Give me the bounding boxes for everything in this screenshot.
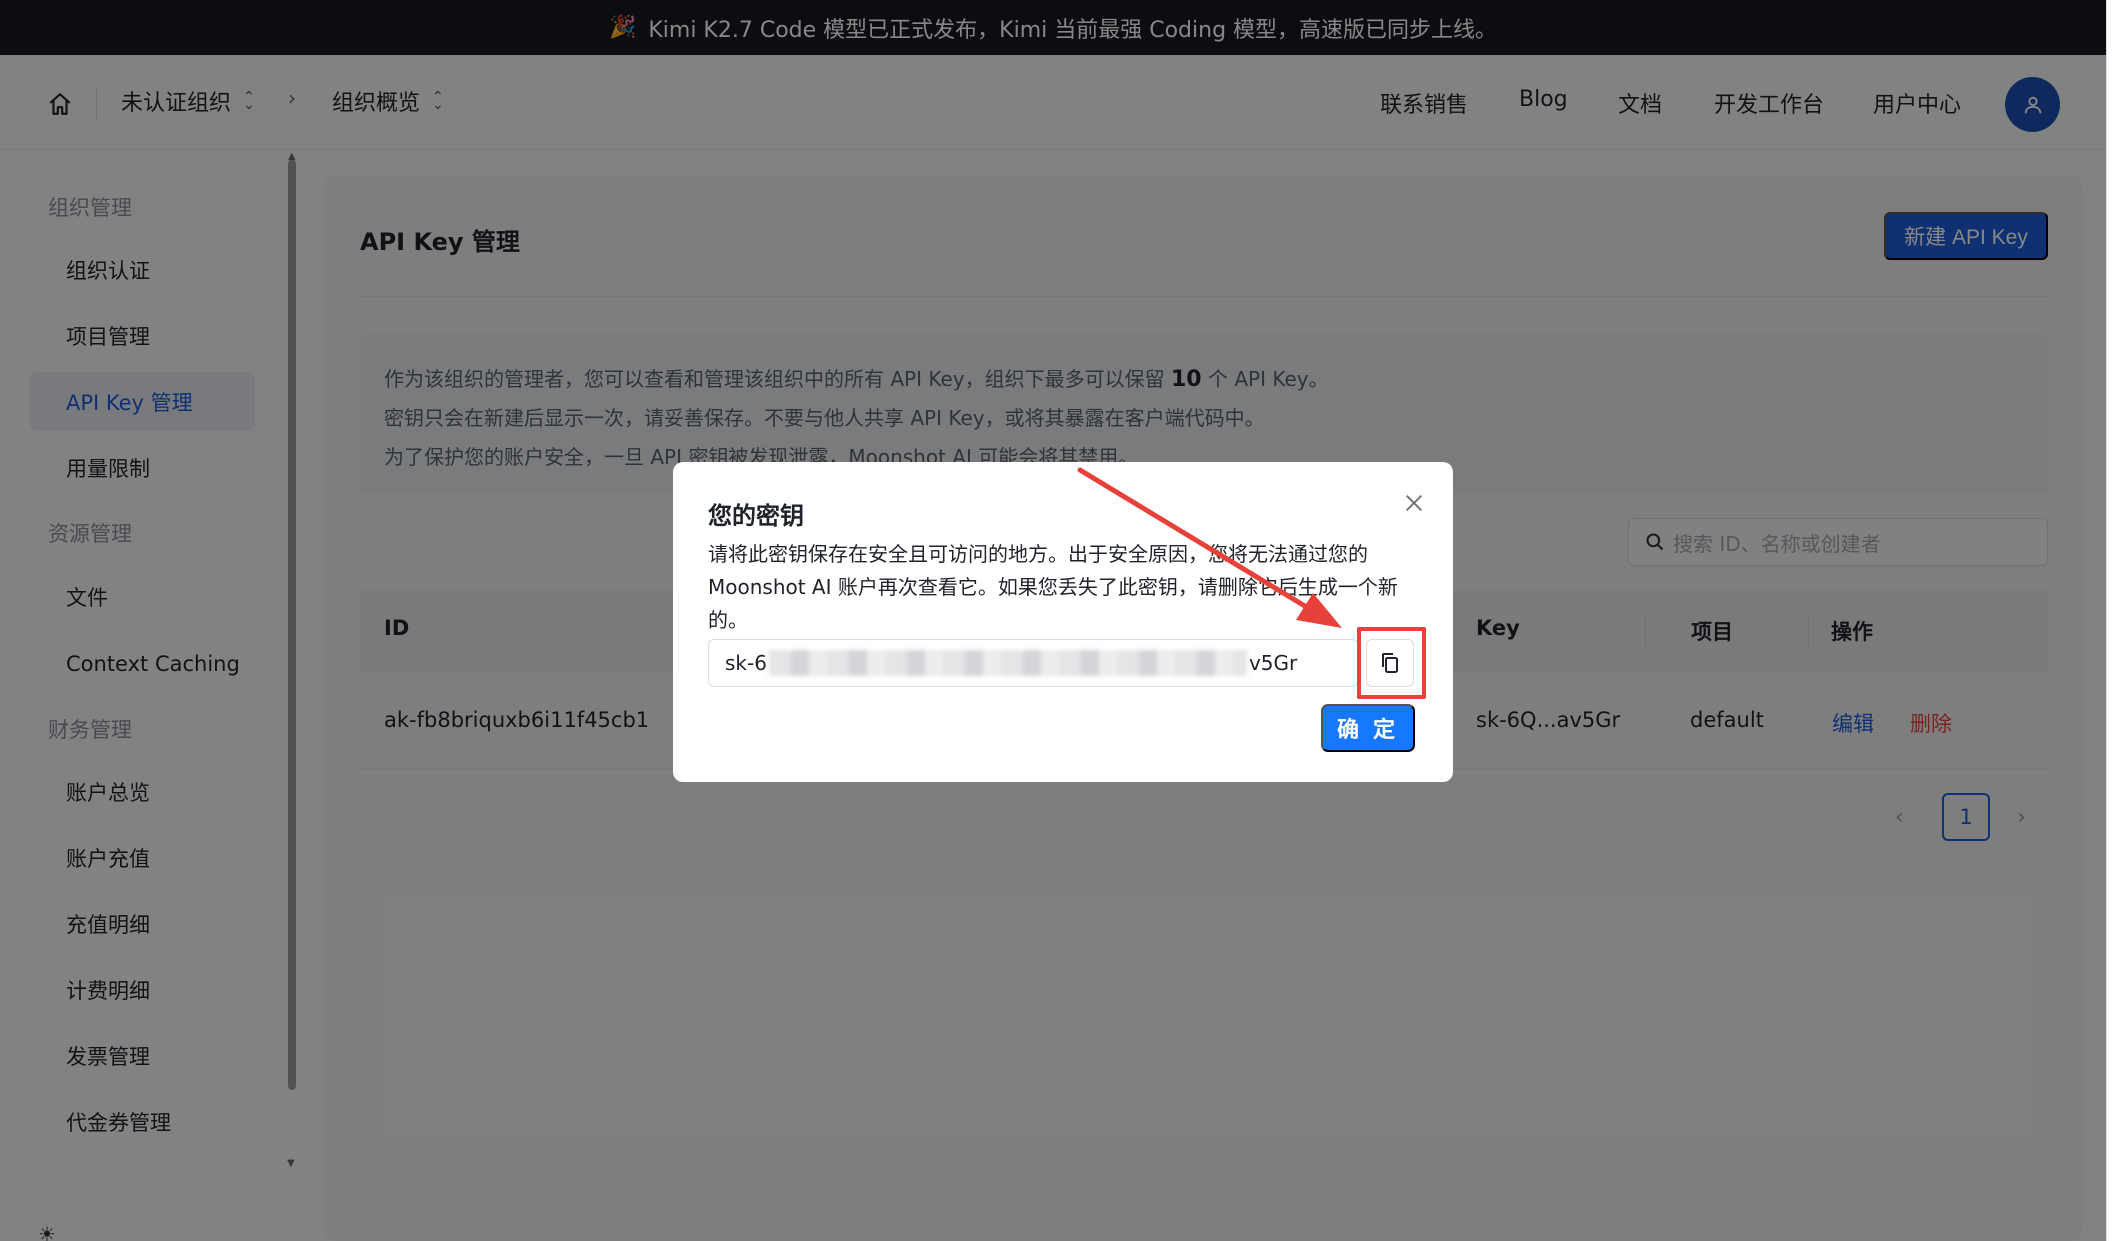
secret-key-field[interactable]: sk-6 v5Gr <box>708 639 1358 687</box>
secret-key-modal: 您的密钥 请将此密钥保存在安全且可访问的地方。出于安全原因，您将无法通过您的 M… <box>673 462 1453 782</box>
modal-title: 您的密钥 <box>708 502 804 530</box>
key-blurred-region <box>768 650 1247 676</box>
annotation-highlight-box <box>1357 627 1426 699</box>
key-prefix: sk-6 <box>725 651 767 675</box>
modal-description: 请将此密钥保存在安全且可访问的地方。出于安全原因，您将无法通过您的 Moonsh… <box>708 542 1398 632</box>
key-suffix: v5Gr <box>1248 651 1298 675</box>
close-icon[interactable] <box>1397 486 1431 520</box>
window-edge <box>2106 0 2123 1241</box>
ok-button[interactable]: 确 定 <box>1321 704 1415 752</box>
